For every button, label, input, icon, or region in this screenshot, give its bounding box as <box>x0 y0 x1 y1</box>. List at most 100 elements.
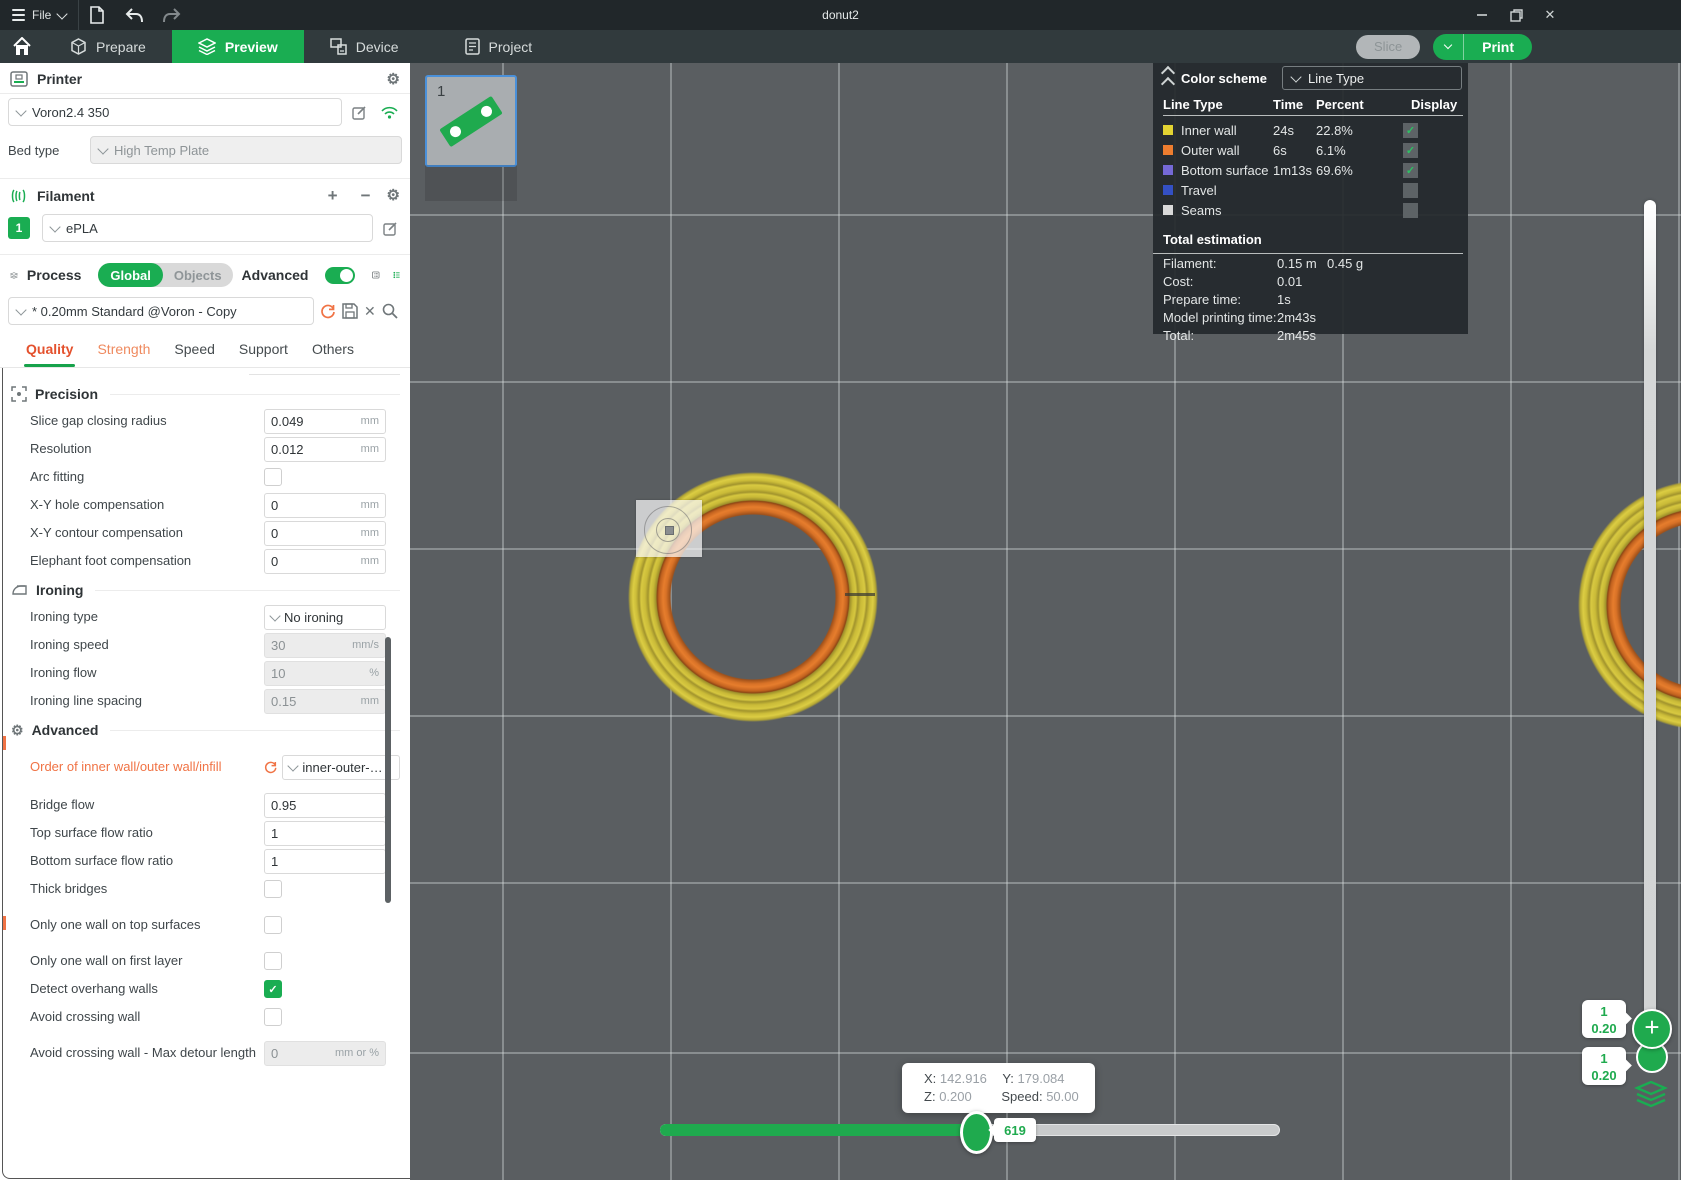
filament-select[interactable]: ePLA <box>42 214 373 242</box>
display-checkbox[interactable] <box>1403 202 1418 218</box>
one-wall-top-checkbox[interactable] <box>264 916 282 934</box>
delete-preset-icon[interactable]: ✕ <box>364 303 376 320</box>
preview-viewport[interactable]: 1 Color scheme Line Type Line Type Time … <box>410 63 1681 1180</box>
stat-row: Filament: 0.15 m 0.45 g <box>1153 254 1468 272</box>
print-button-group[interactable]: Print <box>1433 33 1532 60</box>
detect-overhang-checkbox[interactable]: ✓ <box>264 980 282 998</box>
plate-thumbnail[interactable]: 1 <box>425 75 517 167</box>
ironing-type-select[interactable]: No ironing <box>264 604 386 630</box>
tab-project[interactable]: Project <box>439 30 559 63</box>
setting-label: Order of inner wall/outer wall/infill <box>30 758 222 774</box>
hamburger-icon <box>12 9 25 21</box>
printer-settings-gear-icon[interactable]: ⚙ <box>387 72 400 87</box>
color-scheme-select[interactable]: Line Type <box>1282 66 1462 90</box>
settings-scroll-area[interactable]: Precision Slice gap closing radius 0.049… <box>2 368 410 1179</box>
tab-preview[interactable]: Preview <box>171 30 304 63</box>
resolution-input[interactable]: 0.012 mm <box>264 436 386 462</box>
arc-fitting-checkbox[interactable] <box>264 468 282 486</box>
file-menu-button[interactable]: File <box>0 0 80 30</box>
process-section-title: Process <box>26 267 82 283</box>
undo-button[interactable] <box>115 0 153 30</box>
display-checkbox[interactable]: ✓ <box>1403 122 1418 138</box>
layer-slider-upper-handle[interactable]: + <box>1632 1009 1672 1049</box>
setting-row: Ironing line spacing 0.15 mm <box>3 687 410 715</box>
tab-quality[interactable]: Quality <box>14 341 85 367</box>
main-nav: Prepare Preview Device Project Slice Pri… <box>0 30 1681 63</box>
display-checkbox[interactable]: ✓ <box>1403 162 1418 178</box>
restore-button[interactable] <box>1503 2 1529 28</box>
process-scope-toggle[interactable]: Global Objects <box>98 263 233 287</box>
line-type-label: Seams <box>1181 202 1222 218</box>
edit-printer-button[interactable] <box>348 105 371 120</box>
xy-hole-comp-input[interactable]: 0 mm <box>264 492 386 518</box>
display-checkbox[interactable] <box>1403 182 1418 198</box>
search-preset-icon[interactable] <box>382 303 398 319</box>
parameter-list-icon[interactable] <box>372 267 380 283</box>
thumbnail-shadow <box>425 165 517 201</box>
max-detour-input: 0 mm or % <box>264 1040 386 1066</box>
bridge-flow-input[interactable]: 0.95 <box>264 792 386 818</box>
tab-speed[interactable]: Speed <box>162 341 226 367</box>
stat-row: Total: 2m45s <box>1153 326 1468 344</box>
titlebar: File donut2 ✕ <box>0 0 1681 30</box>
avoid-crossing-wall-checkbox[interactable] <box>264 1008 282 1026</box>
edit-filament-button[interactable] <box>379 221 402 236</box>
tab-others[interactable]: Others <box>300 341 366 367</box>
thick-bridges-checkbox[interactable] <box>264 880 282 898</box>
display-checkbox[interactable]: ✓ <box>1403 142 1418 158</box>
grid-line <box>410 882 1681 884</box>
parameter-table-icon[interactable] <box>393 267 400 283</box>
collapse-panel-icon[interactable] <box>1160 65 1176 91</box>
elephant-foot-input[interactable]: 0 mm <box>264 548 386 574</box>
print-button[interactable]: Print <box>1464 33 1532 60</box>
slice-gap-input[interactable]: 0.049 mm <box>264 408 386 434</box>
ironing-speed-input: 30 mm/s <box>264 632 386 658</box>
printer-select[interactable]: Voron2.4 350 <box>8 98 342 126</box>
speed-value: 50.00 <box>1046 1089 1079 1104</box>
bed-type-select[interactable]: High Temp Plate <box>90 136 402 164</box>
process-preset-select[interactable]: * 0.20mm Standard @Voron - Copy <box>8 297 314 325</box>
chevron-down-icon <box>15 303 27 316</box>
save-project-button[interactable] <box>79 0 115 30</box>
add-filament-button[interactable]: + <box>321 187 345 204</box>
scope-global[interactable]: Global <box>98 263 163 287</box>
remove-filament-button[interactable]: − <box>354 187 378 204</box>
stat-label: Total: <box>1163 327 1195 343</box>
print-dropdown-button[interactable] <box>1433 33 1465 60</box>
ironing-line-spacing-input: 0.15 mm <box>264 688 386 714</box>
slice-button[interactable]: Slice <box>1356 34 1421 59</box>
layer-slider-track[interactable] <box>1644 200 1656 1040</box>
printer-section-title: Printer <box>37 71 83 87</box>
tab-support[interactable]: Support <box>227 341 300 367</box>
process-tabs: Quality Strength Speed Support Others <box>0 329 410 368</box>
redo-button[interactable] <box>153 0 191 30</box>
layers-view-button[interactable] <box>1634 1081 1668 1109</box>
filament-settings-gear-icon[interactable]: ⚙ <box>387 188 400 203</box>
wall-order-select[interactable]: inner-outer-… <box>282 754 400 780</box>
toolhead-position-marker <box>636 500 702 557</box>
x-value: 142.916 <box>939 1071 987 1086</box>
tab-device[interactable]: Device <box>304 30 425 63</box>
setting-row: Arc fitting <box>3 463 410 491</box>
home-button[interactable] <box>0 30 44 63</box>
settings-scrollbar[interactable] <box>385 637 391 903</box>
tab-prepare[interactable]: Prepare <box>44 30 172 63</box>
xy-contour-comp-input[interactable]: 0 mm <box>264 520 386 546</box>
scope-objects[interactable]: Objects <box>163 268 233 283</box>
advanced-toggle[interactable] <box>325 266 356 284</box>
percent-value: 22.8% <box>1316 122 1353 138</box>
wifi-connection-button[interactable] <box>377 106 402 119</box>
reset-value-icon[interactable] <box>264 760 277 774</box>
minimize-button[interactable] <box>1469 2 1495 28</box>
chevron-down-icon <box>1443 40 1453 50</box>
reset-preset-icon[interactable] <box>320 303 336 319</box>
one-wall-first-layer-checkbox[interactable] <box>264 952 282 970</box>
tab-strength[interactable]: Strength <box>85 341 162 367</box>
save-preset-icon[interactable] <box>342 303 358 319</box>
move-slider-handle[interactable] <box>960 1111 993 1154</box>
line-type-label: Travel <box>1181 182 1217 198</box>
top-flow-ratio-input[interactable]: 1 <box>264 820 386 846</box>
close-button[interactable]: ✕ <box>1537 2 1563 28</box>
legend-row: Seams <box>1163 200 1463 220</box>
bottom-flow-ratio-input[interactable]: 1 <box>264 848 386 874</box>
